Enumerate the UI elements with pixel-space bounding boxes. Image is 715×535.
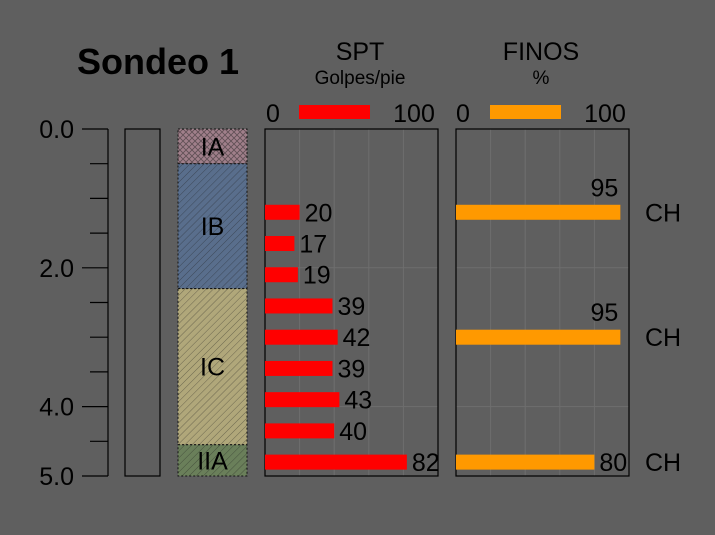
borehole-column: [124, 128, 161, 477]
bar-value-label: 39: [337, 355, 365, 383]
bar-finos: [456, 204, 621, 220]
bar-value-label: 95: [591, 299, 619, 327]
spt-title: SPT: [336, 38, 385, 66]
bar-value-label: 19: [303, 262, 331, 290]
borehole-chart-svg: Sondeo 1 SPT Golpes/pie 0 100 FINOS % 0 …: [39, 38, 681, 491]
bar-finos: [456, 454, 595, 470]
soil-class-label: CH: [645, 199, 681, 227]
finos-panel: 95 CH 95 CH 80 CH: [455, 128, 681, 477]
bar-value-label: 17: [299, 231, 327, 259]
spt-axis-max: 100: [393, 100, 435, 128]
bar-value-label: 42: [343, 324, 371, 352]
bar-spt: [265, 204, 300, 220]
bar-value-label: 43: [344, 387, 372, 415]
bar-value-label: 20: [305, 199, 333, 227]
soil-layers: IA IB IC IIA: [177, 128, 248, 477]
bar-spt: [265, 329, 338, 345]
bar-spt: [265, 360, 333, 376]
chart-title: Sondeo 1: [77, 41, 239, 82]
soil-layer-label: IIA: [197, 447, 228, 475]
bar-value-label: 39: [337, 293, 365, 321]
depth-tick-label: 5.0: [39, 463, 74, 491]
depth-axis: 0.0 2.0 4.0 5.0: [39, 116, 109, 491]
finos-subtitle: %: [533, 68, 550, 89]
finos-axis-min: 0: [456, 100, 470, 128]
bar-value-label: 40: [339, 418, 367, 446]
depth-tick-label: 4.0: [39, 394, 74, 422]
depth-tick-label: 0.0: [39, 116, 74, 144]
bar-finos: [456, 329, 621, 345]
spt-legend-swatch: [299, 105, 370, 119]
bar-value-label: 82: [412, 449, 440, 477]
bar-spt: [265, 392, 340, 408]
soil-layer-label: IA: [201, 133, 225, 161]
bar-spt: [265, 454, 407, 470]
bar-spt: [265, 267, 298, 283]
soil-class-label: CH: [645, 449, 681, 477]
bar-spt: [265, 298, 333, 314]
spt-subtitle: Golpes/pie: [315, 68, 406, 89]
finos-legend-swatch: [490, 105, 561, 119]
bar-spt: [265, 236, 295, 252]
spt-axis-min: 0: [266, 100, 280, 128]
soil-layer-label: IC: [200, 354, 225, 382]
bar-value-label: 80: [599, 449, 627, 477]
finos-axis-max: 100: [584, 100, 626, 128]
borehole-log: Sondeo 1 SPT Golpes/pie 0 100 FINOS % 0 …: [0, 0, 715, 530]
soil-layer-label: IB: [201, 213, 225, 241]
depth-tick-label: 2.0: [39, 255, 74, 283]
finos-title: FINOS: [503, 38, 579, 66]
spt-panel: 201719394239434082: [264, 128, 440, 477]
bar-spt: [265, 423, 335, 439]
bar-value-label: 95: [591, 174, 619, 202]
soil-class-label: CH: [645, 324, 681, 352]
